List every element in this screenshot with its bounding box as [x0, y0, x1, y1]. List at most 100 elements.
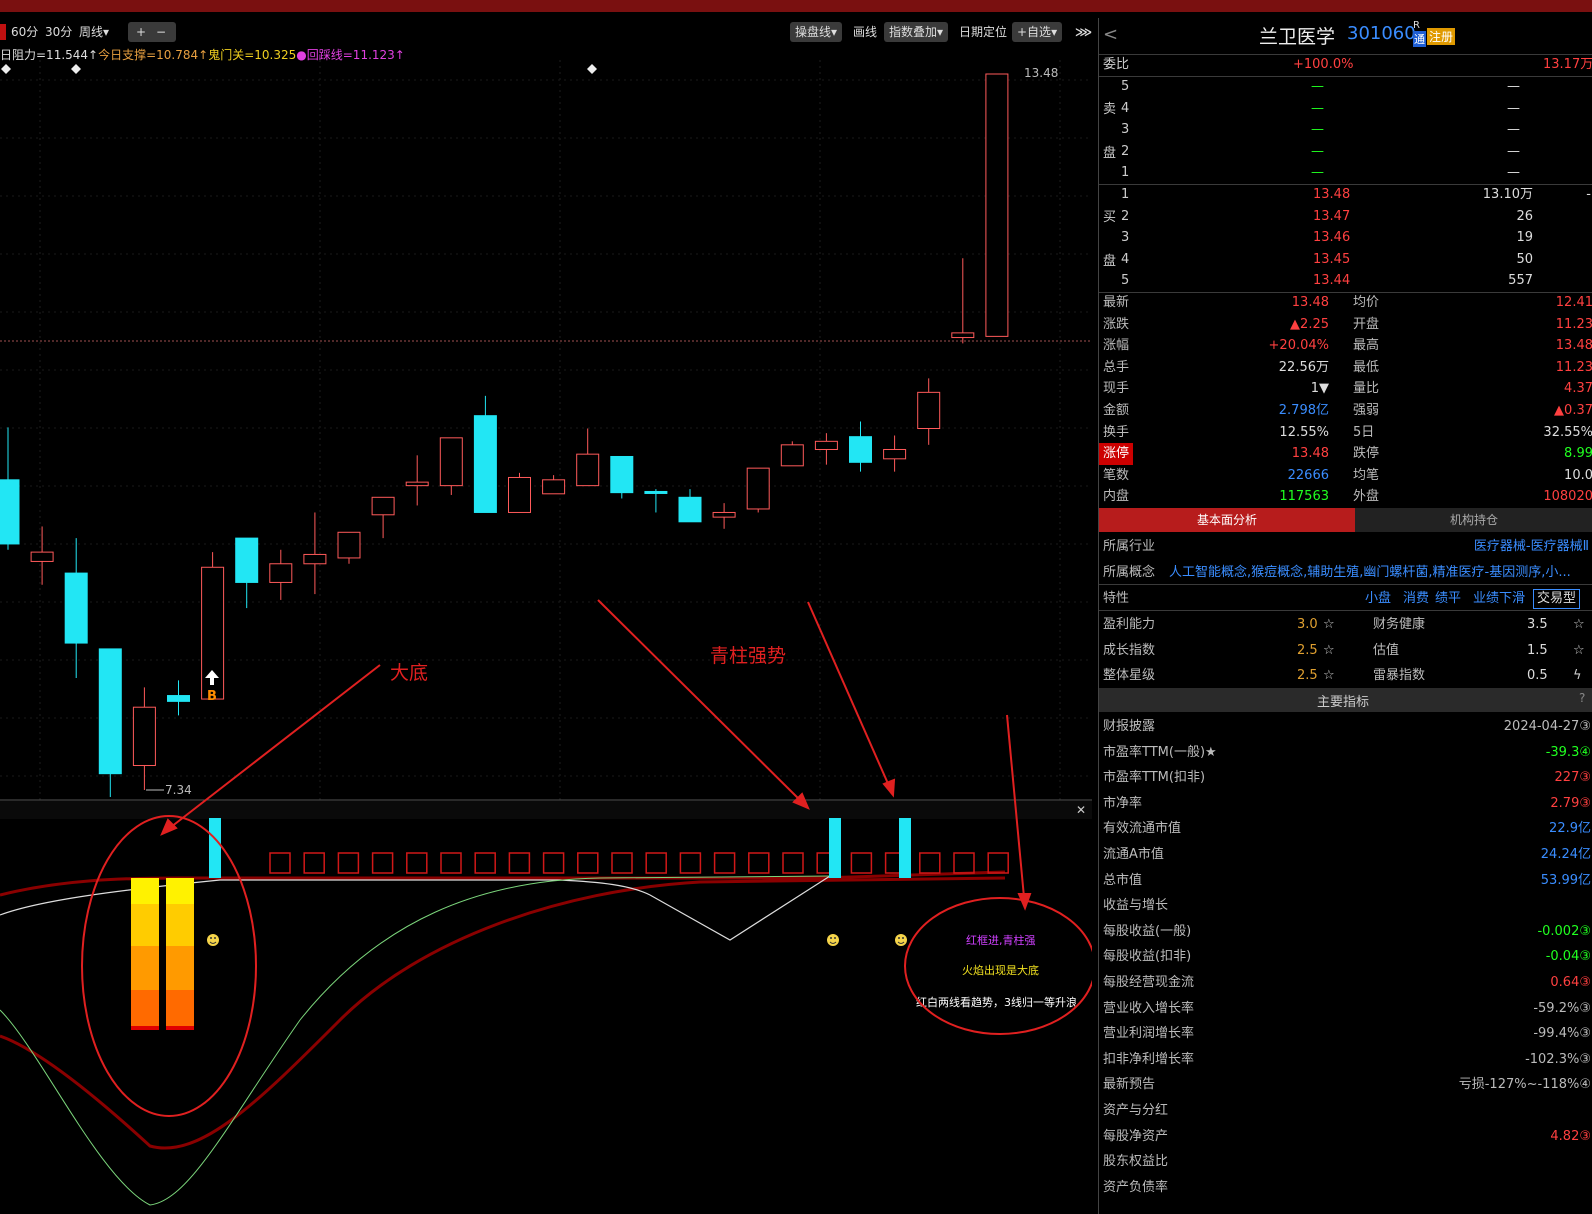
smiley-icon — [207, 934, 219, 946]
candle-body — [439, 437, 463, 487]
metric-label: 最新预告 — [1103, 1077, 1156, 1093]
metric-row: 每股净资产 4.82③ — [1099, 1126, 1592, 1148]
top-markers — [1, 64, 597, 74]
concept-link[interactable]: 人工智能概念,猴痘概念,辅助生殖,幽门螺杆菌,精准医疗-基因测序,小... — [1169, 562, 1589, 584]
stat-label: 内盘 — [1103, 489, 1130, 505]
metric-label: 股东权益比 — [1103, 1154, 1169, 1170]
level-index: 2 — [1121, 208, 1130, 224]
metric-label: 每股净资产 — [1103, 1128, 1169, 1144]
date-locate-button[interactable]: 日期定位 — [954, 22, 1012, 42]
stat-value: 4.37 — [1564, 381, 1592, 397]
rating-label: 估值 — [1373, 642, 1400, 658]
candle-body — [814, 440, 838, 450]
cyan-column — [829, 818, 841, 878]
zoom-in-button[interactable]: + — [136, 22, 146, 42]
metric-value: 0.64③ — [1550, 975, 1591, 990]
candles — [0, 73, 1009, 797]
red-frame-box — [474, 852, 496, 874]
candle-body — [712, 511, 736, 518]
red-frame-box — [953, 852, 975, 874]
metric-value: 53.99亿 — [1540, 872, 1591, 888]
stat-label: 均价 — [1353, 295, 1380, 310]
buy-volume: 19 — [1516, 230, 1533, 245]
weibi-right: 13.17万 — [1543, 57, 1592, 72]
legend-line-2: 火焰出现是大底 — [962, 963, 1039, 977]
index-overlay-button[interactable]: 指数叠加▾ — [884, 22, 949, 42]
tab-institution[interactable]: 机构持仓 — [1355, 508, 1592, 532]
collapse-panel-icon[interactable]: ⋙ — [1070, 22, 1097, 42]
industry-link[interactable]: 医疗器械-医疗器械Ⅱ — [1474, 536, 1589, 558]
metric-value: 2024-04-27③ — [1503, 719, 1591, 734]
period-week[interactable]: 周线▾ — [74, 22, 114, 42]
buy-level-row: 2 13.47 26 — [1099, 206, 1592, 228]
stat-label: 总手 — [1103, 359, 1130, 375]
draw-line-button[interactable]: 画线 — [848, 22, 882, 42]
metric-value: -0.04③ — [1545, 949, 1591, 965]
feature-tag[interactable]: 消费 — [1403, 588, 1429, 610]
candle — [746, 467, 770, 513]
quote-header: < 兰卫医学 301060 R 通 注册 — [1099, 18, 1592, 54]
zoom-out-button[interactable]: − — [156, 22, 166, 42]
stat-label: 现手 — [1103, 381, 1130, 397]
candle — [439, 437, 463, 495]
star-icon: ☆ — [1573, 617, 1585, 632]
sell-volume: — — [1507, 79, 1520, 94]
candle-body — [508, 476, 531, 513]
metric-value: 亏损-127%~-118%④ — [1458, 1077, 1591, 1093]
metric-label: 营业利润增长率 — [1103, 1026, 1195, 1042]
stat-value: 22.56万 — [1278, 359, 1329, 375]
metric-row: 总市值 53.99亿 — [1099, 870, 1592, 892]
red-frame-box — [919, 852, 941, 874]
candle-body — [167, 695, 190, 702]
candle — [405, 455, 429, 506]
period-60min[interactable]: 60分 — [6, 22, 43, 42]
tab-fundamental[interactable]: 基本面分析 — [1099, 508, 1355, 532]
metric-label: 市盈率TTM(扣非) — [1103, 770, 1206, 786]
back-icon[interactable]: < — [1103, 24, 1118, 45]
help-icon[interactable]: ? — [1579, 691, 1585, 705]
red-frame-box — [679, 852, 702, 874]
level-index: 3 — [1121, 230, 1130, 245]
metric-value: -59.2%③ — [1533, 1000, 1591, 1016]
candle — [167, 680, 190, 716]
cyan-column — [899, 818, 911, 878]
candle-body — [780, 444, 804, 467]
star-icon: ☆ — [1323, 668, 1335, 683]
rating-row: 成长指数 2.5 ☆ 估值 1.5 ☆ — [1099, 640, 1592, 662]
metric-label: 总市值 — [1103, 872, 1143, 888]
candle — [64, 538, 88, 679]
stat-value: 117563 — [1279, 489, 1329, 505]
buy-extra: - — [1586, 187, 1591, 202]
metric-row: 资产负债率 — [1099, 1177, 1592, 1199]
operate-line-button[interactable]: 操盘线▾ — [790, 22, 843, 42]
candle-body — [644, 490, 668, 494]
metric-label: 资产与分红 — [1103, 1103, 1169, 1118]
buy-price: 13.44 — [1313, 273, 1351, 288]
sell-volume: — — [1507, 165, 1520, 180]
candle-body — [337, 531, 361, 559]
buy-volume: 13.10万 — [1482, 187, 1533, 202]
candle-body — [849, 436, 872, 463]
feature-tag[interactable]: 小盘 — [1365, 588, 1391, 610]
period-30min[interactable]: 30分 — [40, 22, 77, 42]
high-price-label: 13.48 — [1024, 66, 1058, 80]
metric-label: 市净率 — [1103, 795, 1143, 811]
red-frame-box — [577, 852, 599, 874]
add-watchlist-button[interactable]: +自选▾ — [1012, 22, 1063, 42]
stat-value: ▲2.25 — [1290, 316, 1329, 332]
weibi-value: +100.0% — [1293, 57, 1354, 72]
feature-tag[interactable]: 业绩下滑 — [1473, 588, 1525, 610]
red-frame-box — [713, 852, 736, 874]
feature-tag[interactable]: 绩平 — [1435, 588, 1461, 610]
metric-row: 市盈率TTM(一般)★ -39.3④ — [1099, 742, 1592, 764]
metric-value: -99.4%③ — [1533, 1026, 1591, 1042]
low-price-label: 7.34 — [165, 783, 192, 797]
candle — [780, 441, 804, 467]
candle — [269, 549, 293, 600]
operate-line-label: 操盘线 — [795, 25, 832, 39]
r-mark: R — [1413, 20, 1420, 31]
level-index: 5 — [1121, 273, 1130, 288]
feature-box-tag[interactable]: 交易型 — [1533, 589, 1581, 609]
candle-body — [64, 572, 88, 644]
kline-chart[interactable]: 13.48 7.34 B ✕ 红框进,青柱强 火焰出现是大底 红白两线看趋势，3… — [0, 60, 1092, 1214]
